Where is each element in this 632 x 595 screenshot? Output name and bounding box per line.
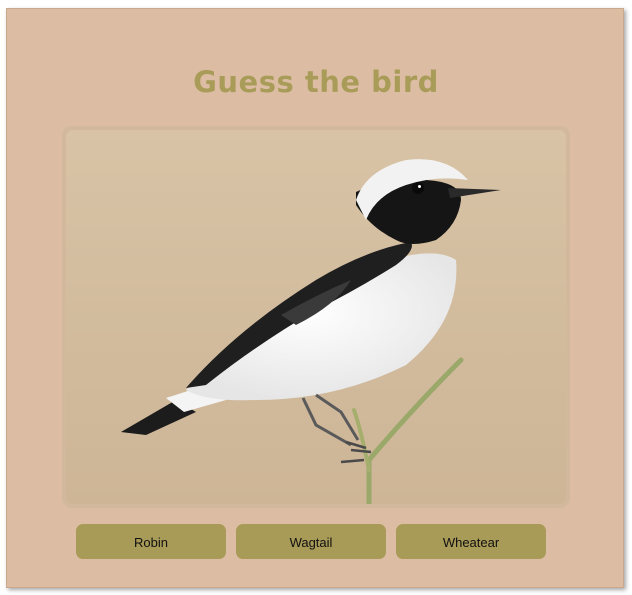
answer-button-robin[interactable]: Robin	[76, 524, 226, 559]
bird-photo	[66, 130, 566, 504]
answer-options: Robin Wagtail Wheatear	[76, 524, 556, 560]
photo-frame	[62, 126, 570, 508]
game-title: Guess the bird	[193, 65, 439, 99]
game-card: Guess the bird Robin Wagtail Wheatear	[6, 8, 624, 588]
answer-button-wheatear[interactable]: Wheatear	[396, 524, 546, 559]
answer-button-wagtail[interactable]: Wagtail	[236, 524, 386, 559]
